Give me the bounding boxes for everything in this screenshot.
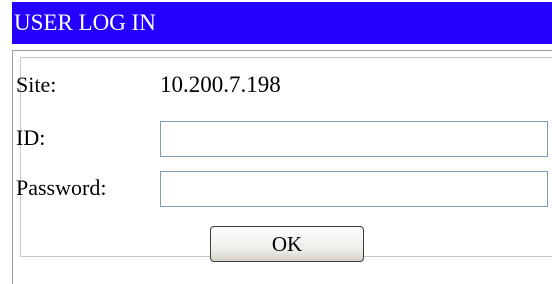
login-title-bar: USER LOG IN [12, 2, 552, 44]
ok-button[interactable]: OK [210, 226, 364, 262]
password-label: Password: [16, 175, 107, 200]
site-value: 10.200.7.198 [160, 72, 281, 97]
page-title: USER LOG IN [14, 10, 156, 35]
id-label: ID: [16, 125, 46, 150]
site-label: Site: [16, 72, 57, 97]
password-input[interactable] [160, 171, 548, 207]
id-input[interactable] [160, 121, 548, 157]
